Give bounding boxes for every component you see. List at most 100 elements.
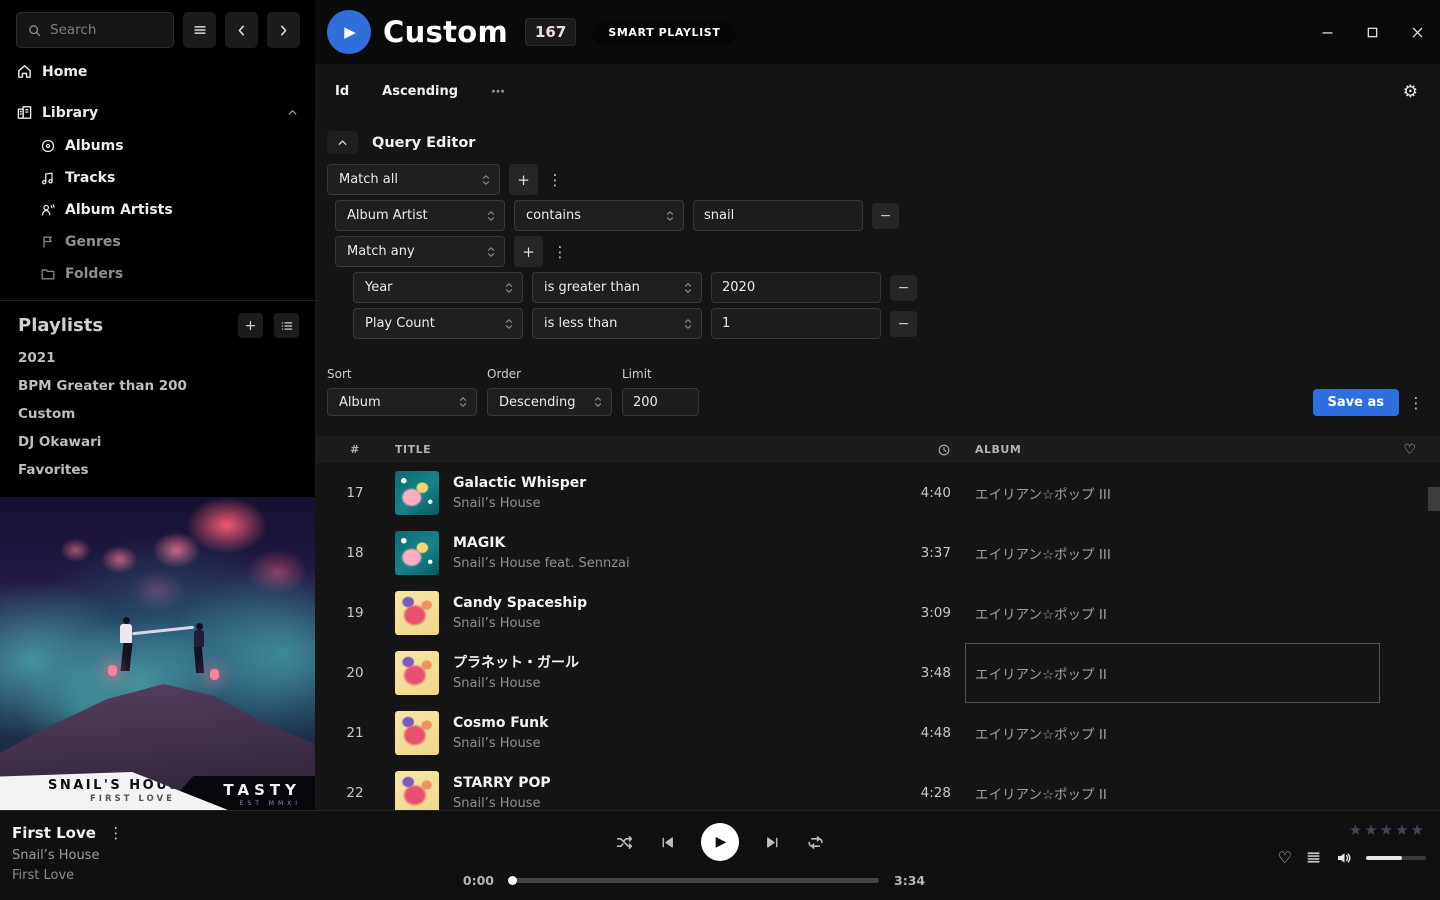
- queue-button[interactable]: [1305, 849, 1322, 866]
- rule-operator-select[interactable]: contains: [514, 200, 684, 231]
- now-playing-artist[interactable]: Snail’s House: [12, 848, 124, 863]
- repeat-button[interactable]: [806, 833, 825, 852]
- group-kebab-menu[interactable]: ⋮: [547, 171, 563, 189]
- chevron-up-icon[interactable]: [286, 106, 299, 119]
- playlist-item[interactable]: DJ Okawari: [0, 428, 315, 456]
- rule-operator-select[interactable]: is greater than: [532, 272, 702, 303]
- playlist-item[interactable]: 2021: [0, 344, 315, 372]
- group-kebab-menu[interactable]: ⋮: [552, 243, 568, 261]
- remove-rule-button[interactable]: −: [872, 203, 899, 229]
- track-album[interactable]: エイリアン☆ポップ III: [965, 463, 1380, 523]
- track-album[interactable]: エイリアン☆ポップ II: [965, 703, 1380, 763]
- sidebar-item-folders[interactable]: Folders: [0, 258, 315, 290]
- remove-rule-button[interactable]: −: [890, 311, 917, 337]
- now-playing-album[interactable]: First Love: [12, 868, 124, 883]
- add-playlist-button[interactable]: +: [238, 313, 263, 338]
- table-row[interactable]: 21 Cosmo Funk Snail’s House 4:48 エイリアン☆ポ…: [315, 703, 1440, 763]
- gear-icon[interactable]: ⚙: [1403, 82, 1418, 102]
- sort-select[interactable]: Album: [327, 388, 477, 416]
- track-artist[interactable]: Snail’s House: [453, 494, 875, 513]
- collapse-query-editor-button[interactable]: [327, 131, 358, 154]
- limit-input[interactable]: [622, 388, 699, 416]
- add-rule-button[interactable]: +: [514, 236, 543, 267]
- rule-field-select[interactable]: Album Artist: [335, 200, 505, 231]
- track-artist[interactable]: Snail’s House feat. Sennzai: [453, 554, 875, 573]
- play-pause-button[interactable]: ▶: [701, 823, 739, 861]
- sort-order-button[interactable]: Ascending: [382, 84, 458, 99]
- now-playing-title[interactable]: First Love: [12, 824, 96, 842]
- sidebar-item-genres[interactable]: Genres: [0, 226, 315, 258]
- add-rule-button[interactable]: +: [509, 164, 538, 195]
- sidebar-item-album-artists[interactable]: Album Artists: [0, 194, 315, 226]
- table-row[interactable]: 19 Candy Spaceship Snail’s House 3:09 エイ…: [315, 583, 1440, 643]
- track-album[interactable]: エイリアン☆ポップ II: [965, 763, 1380, 810]
- match-type-select[interactable]: Match all: [327, 164, 500, 195]
- track-artist[interactable]: Snail’s House: [453, 734, 875, 753]
- window-minimize-button[interactable]: [1320, 25, 1335, 40]
- seek-bar[interactable]: [509, 878, 879, 883]
- playlist-item[interactable]: Favorites: [0, 456, 315, 484]
- sort-field-button[interactable]: Id: [335, 84, 349, 99]
- track-album-focused-cell[interactable]: エイリアン☆ポップ II: [965, 643, 1380, 703]
- track-artist[interactable]: Snail’s House: [453, 614, 875, 633]
- search-input[interactable]: [16, 12, 174, 48]
- track-album[interactable]: エイリアン☆ポップ III: [965, 523, 1380, 583]
- play-playlist-button[interactable]: ▶: [327, 10, 371, 54]
- nav-back-button[interactable]: [225, 12, 258, 48]
- table-row[interactable]: 17 Galactic Whisper Snail’s House 4:40 エ…: [315, 463, 1440, 523]
- track-artist[interactable]: Snail’s House: [453, 674, 875, 693]
- menu-button[interactable]: [183, 12, 216, 48]
- rule-field-select[interactable]: Year: [353, 272, 523, 303]
- window-maximize-button[interactable]: [1365, 25, 1380, 40]
- star-icon[interactable]: ★: [1349, 821, 1364, 839]
- rating-stars[interactable]: ★★★★★: [1278, 821, 1426, 839]
- column-favorite[interactable]: ♡: [1380, 442, 1440, 458]
- volume-fill: [1366, 856, 1402, 860]
- sidebar-item-library[interactable]: Library: [0, 95, 315, 130]
- nav-forward-button[interactable]: [267, 12, 300, 48]
- album-cover-thumbnail: [395, 771, 439, 810]
- favorite-heart-button[interactable]: ♡: [1278, 848, 1292, 867]
- track-album[interactable]: エイリアン☆ポップ II: [965, 583, 1380, 643]
- column-index[interactable]: #: [315, 443, 395, 456]
- volume-slider[interactable]: [1366, 856, 1426, 860]
- save-as-button[interactable]: Save as: [1313, 389, 1399, 416]
- vertical-scrollbar-thumb[interactable]: [1428, 487, 1440, 511]
- shuffle-button[interactable]: [615, 833, 634, 852]
- star-icon[interactable]: ★: [1395, 821, 1410, 839]
- more-options-button[interactable]: ⋯: [491, 84, 506, 100]
- save-kebab-menu[interactable]: ⋮: [1408, 394, 1424, 412]
- column-title[interactable]: TITLE: [395, 443, 875, 456]
- rule-field-select[interactable]: Play Count: [353, 308, 523, 339]
- star-icon[interactable]: ★: [1380, 821, 1395, 839]
- star-icon[interactable]: ★: [1364, 821, 1379, 839]
- seek-knob[interactable]: [508, 876, 517, 885]
- search-field[interactable]: [50, 22, 150, 38]
- remove-rule-button[interactable]: −: [890, 275, 917, 301]
- window-close-button[interactable]: [1410, 25, 1425, 40]
- table-row[interactable]: 22 STARRY POP Snail’s House 4:28 エイリアン☆ポ…: [315, 763, 1440, 810]
- table-row[interactable]: 20 プラネット・ガール Snail’s House 3:48 エイリアン☆ポッ…: [315, 643, 1440, 703]
- track-artist[interactable]: Snail’s House: [453, 794, 875, 810]
- rule-operator-select[interactable]: is less than: [532, 308, 702, 339]
- rule-value-input[interactable]: [711, 272, 881, 303]
- volume-icon[interactable]: [1335, 849, 1353, 867]
- track-number: 19: [315, 605, 395, 621]
- column-duration[interactable]: [875, 443, 965, 457]
- playlist-item[interactable]: BPM Greater than 200: [0, 372, 315, 400]
- sidebar-item-home[interactable]: Home: [0, 54, 315, 89]
- column-album[interactable]: ALBUM: [965, 443, 1380, 456]
- match-type-select[interactable]: Match any: [335, 236, 505, 267]
- playlist-list-button[interactable]: [274, 313, 299, 338]
- order-select[interactable]: Descending: [487, 388, 612, 416]
- table-row[interactable]: 18 MAGIK Snail’s House feat. Sennzai 3:3…: [315, 523, 1440, 583]
- playlist-item[interactable]: Custom: [0, 400, 315, 428]
- now-playing-kebab-menu[interactable]: ⋮: [108, 824, 124, 842]
- rule-value-input[interactable]: [693, 200, 863, 231]
- rule-value-input[interactable]: [711, 308, 881, 339]
- next-track-button[interactable]: [764, 834, 781, 851]
- star-icon[interactable]: ★: [1411, 821, 1426, 839]
- sidebar-item-albums[interactable]: Albums: [0, 130, 315, 162]
- previous-track-button[interactable]: [659, 834, 676, 851]
- sidebar-item-tracks[interactable]: Tracks: [0, 162, 315, 194]
